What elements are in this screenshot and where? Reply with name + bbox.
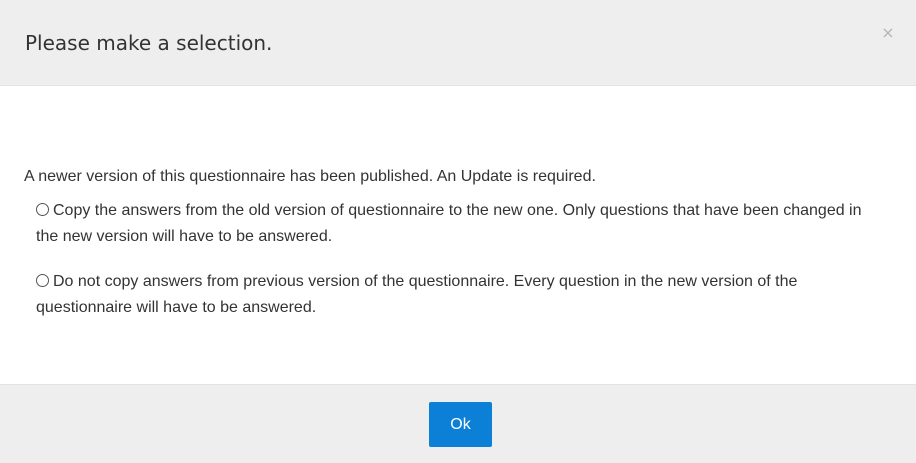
selection-dialog: Please make a selection. × A newer versi… [0,0,916,463]
do-not-copy-option[interactable]: Do not copy answers from previous versio… [36,269,866,321]
close-button[interactable]: × [880,23,896,43]
do-not-copy-label: Do not copy answers from previous versio… [36,273,798,316]
dialog-footer: Ok [0,384,916,463]
dialog-title: Please make a selection. [25,31,273,55]
copy-answers-option[interactable]: Copy the answers from the old version of… [36,198,866,250]
copy-answers-radio[interactable] [36,203,49,216]
update-required-message: A newer version of this questionnaire ha… [24,168,596,185]
do-not-copy-radio[interactable] [36,274,49,287]
ok-button[interactable]: Ok [429,402,492,447]
dialog-body: A newer version of this questionnaire ha… [0,86,916,384]
dialog-header: Please make a selection. × [0,0,916,86]
copy-answers-label: Copy the answers from the old version of… [36,202,862,245]
